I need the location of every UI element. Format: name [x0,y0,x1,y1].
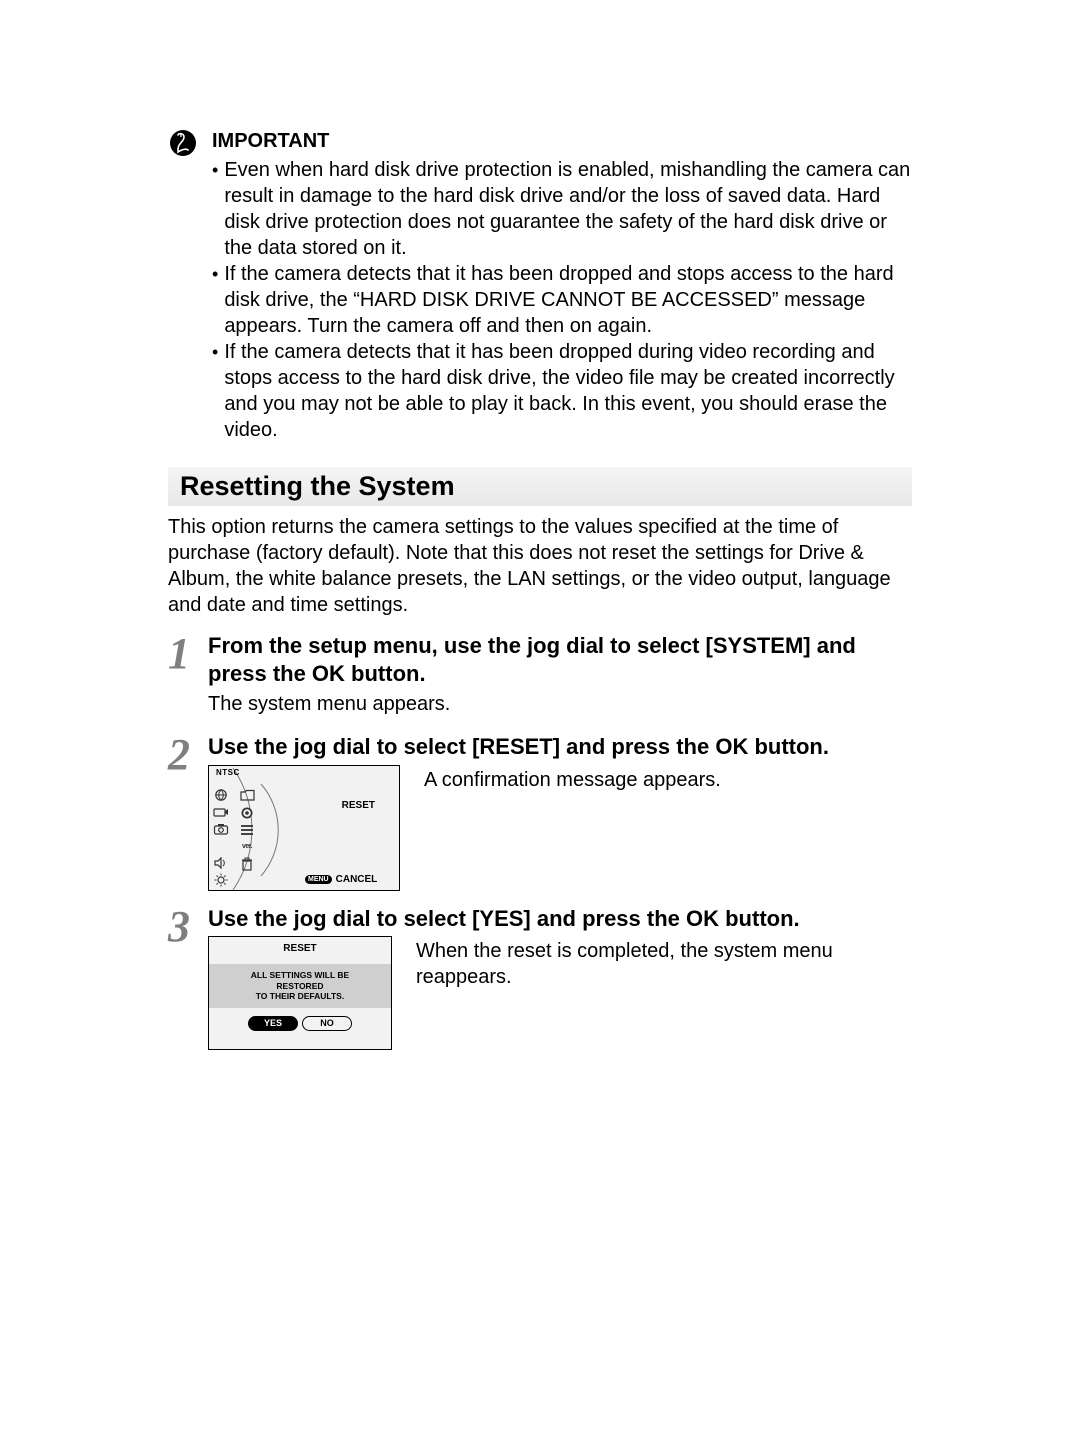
step-media-text: When the reset is completed, the system … [416,936,912,990]
reset-dialog-screenshot: RESET ALL SETTINGS WILL BE RESTORED TO T… [208,936,392,1050]
step-number: 1 [168,632,208,676]
blank-icon [213,770,229,786]
dialog-buttons: YES NO [248,1016,352,1031]
step-note: The system menu appears. [208,691,912,717]
dialog-yes-button: YES [248,1016,298,1031]
section-heading: Resetting the System [168,467,912,506]
menu-icon-column-2: ver. [239,788,255,872]
step-body: Use the jog dial to select [RESET] and p… [208,733,912,897]
step-title: Use the jog dial to select [YES] and pre… [208,905,912,933]
list-icon [239,822,255,838]
speaker-icon [213,855,229,871]
step-2: 2 Use the jog dial to select [RESET] and… [168,733,912,897]
globe-icon [213,787,229,803]
step-title: Use the jog dial to select [RESET] and p… [208,733,912,761]
step-body: Use the jog dial to select [YES] and pre… [208,905,912,1057]
bullet-text: If the camera detects that it has been d… [224,261,912,339]
bullet-text: Even when hard disk drive protection is … [224,157,912,261]
bullet-item: • If the camera detects that it has been… [212,339,912,443]
dialog-message-line: TO THEIR DEFAULTS. [213,991,387,1002]
camera2-icon [213,821,229,837]
important-icon [168,128,198,163]
step-number: 3 [168,905,208,949]
cancel-label: CANCEL [336,874,378,885]
camera-menu-screenshot: NTSC [208,765,400,891]
step-media: RESET ALL SETTINGS WILL BE RESTORED TO T… [208,936,912,1050]
folder-icon [239,788,255,804]
important-bullets: • Even when hard disk drive protection i… [212,157,912,443]
step-1: 1 From the setup menu, use the jog dial … [168,632,912,725]
version-icon: ver. [239,839,255,855]
important-content: IMPORTANT • Even when hard disk drive pr… [212,130,912,443]
document-page: IMPORTANT • Even when hard disk drive pr… [0,0,1080,1454]
bullet-item: • If the camera detects that it has been… [212,261,912,339]
bullet-text: If the camera detects that it has been d… [224,339,912,443]
dialog-title: RESET [283,943,316,954]
step-title: From the setup menu, use the jog dial to… [208,632,912,687]
step-media: NTSC [208,765,912,891]
step-body: From the setup menu, use the jog dial to… [208,632,912,725]
bullet-item: • Even when hard disk drive protection i… [212,157,912,261]
dialog-message: ALL SETTINGS WILL BE RESTORED TO THEIR D… [209,964,391,1008]
bullet-dot-icon: • [212,341,218,364]
dialog-no-button: NO [302,1016,352,1031]
step-number: 2 [168,733,208,777]
intro-paragraph: This option returns the camera settings … [168,514,912,618]
important-block: IMPORTANT • Even when hard disk drive pr… [168,130,912,443]
bullet-dot-icon: • [212,159,218,182]
menu-icon-column-1 [213,770,229,888]
menu-cancel-row: MENU CANCEL [305,874,377,885]
step-media-text: A confirmation message appears. [424,765,912,793]
step-3: 3 Use the jog dial to select [YES] and p… [168,905,912,1057]
dialog-message-line: ALL SETTINGS WILL BE [213,970,387,981]
bullet-dot-icon: • [212,263,218,286]
trash-icon [239,856,255,872]
network-icon [239,805,255,821]
important-label: IMPORTANT [212,130,912,153]
menu-reset-label: RESET [342,800,375,811]
brightness-icon [213,872,229,888]
dialog-message-line: RESTORED [213,981,387,992]
blank-icon [213,838,229,854]
camera-icon [213,804,229,820]
menu-pill-icon: MENU [305,875,332,884]
